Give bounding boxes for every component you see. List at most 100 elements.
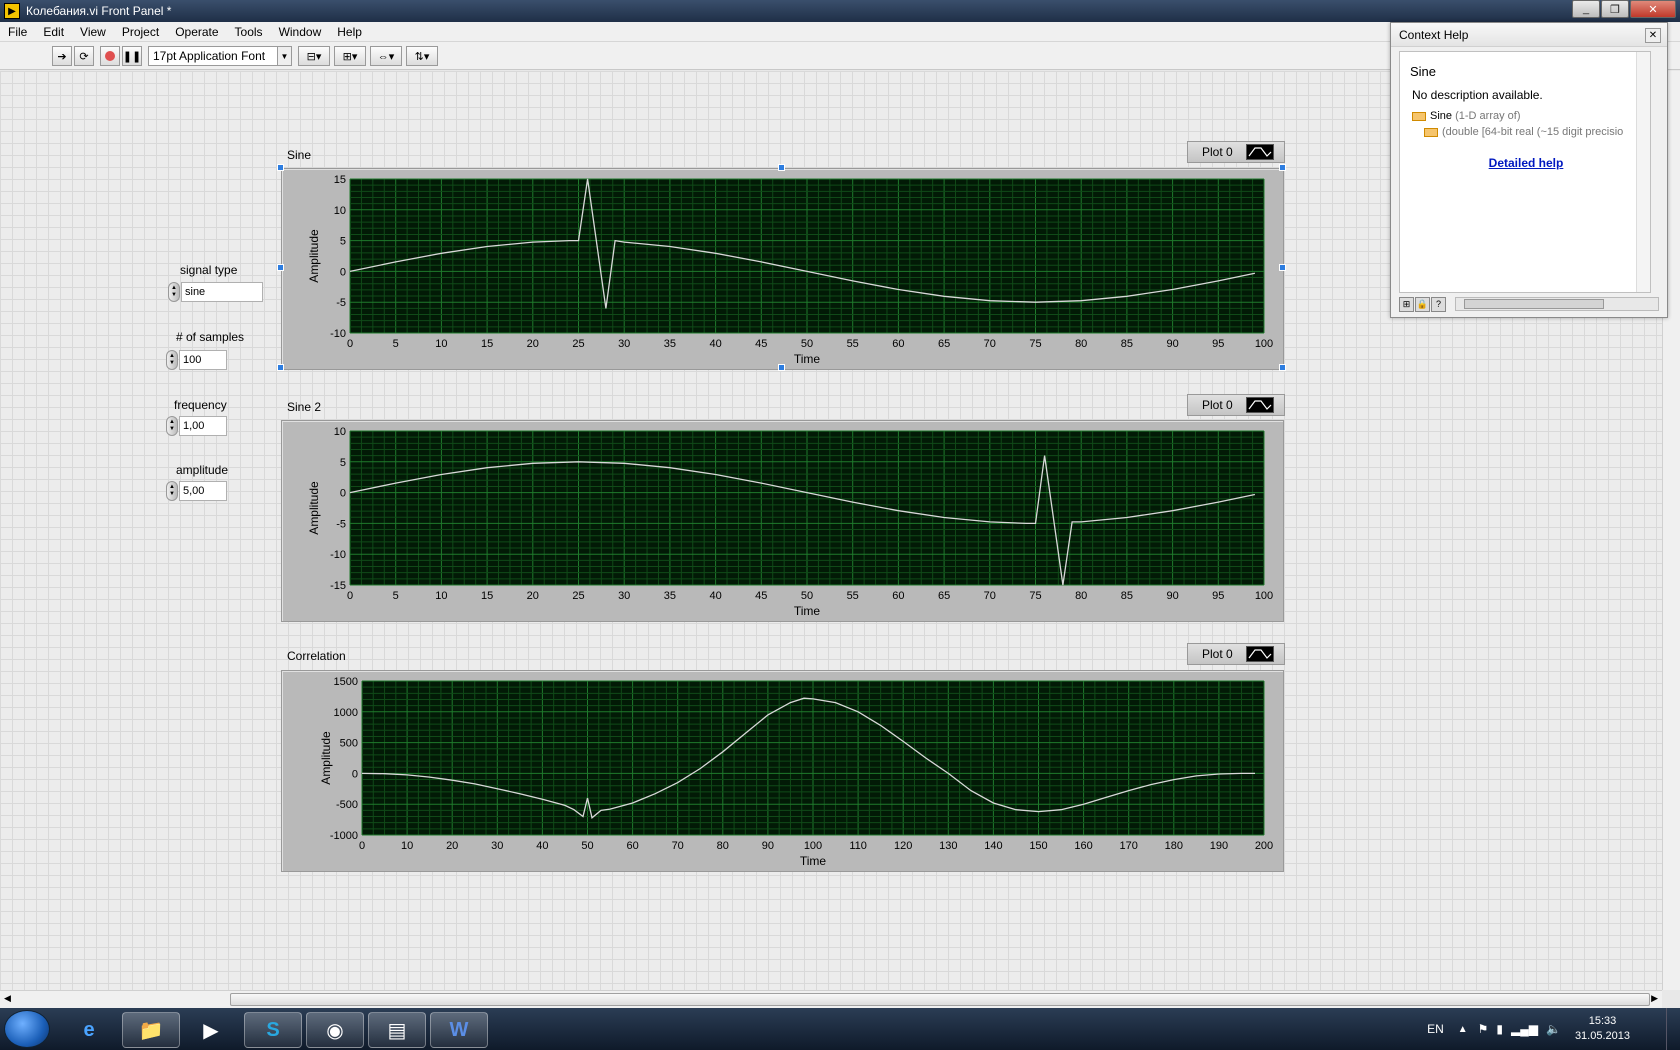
volume-icon[interactable]: 🔈 — [1546, 1022, 1561, 1036]
show-desktop-button[interactable] — [1666, 1008, 1680, 1050]
selection-handle[interactable] — [1279, 264, 1286, 271]
minimize-button[interactable]: _ — [1572, 0, 1600, 18]
amplitude-field[interactable]: 5,00 — [179, 481, 227, 501]
plot-legend-correlation[interactable]: Plot 0 — [1187, 643, 1285, 665]
x-tick-label: 70 — [984, 338, 996, 350]
labview-app-icon: ▶ — [4, 3, 20, 19]
x-tick-label: 20 — [527, 338, 539, 350]
help-icon[interactable]: ? — [1431, 296, 1446, 312]
language-indicator[interactable]: EN — [1427, 1022, 1444, 1036]
x-tick-label: 65 — [938, 590, 950, 602]
grid — [349, 430, 1265, 586]
spinner-icon[interactable]: ▲ ▼ — [166, 416, 178, 436]
frequency-control[interactable]: ▲ ▼ 1,00 — [166, 416, 227, 436]
selection-handle[interactable] — [277, 264, 284, 271]
y-tick-label: 0 — [340, 266, 346, 278]
font-select[interactable]: 17pt Application Font ▼ — [148, 46, 292, 66]
clock[interactable]: 15:33 31.05.2013 — [1575, 1014, 1630, 1044]
labview-icon[interactable]: ▤ — [368, 1012, 426, 1048]
x-tick-label: 75 — [1029, 338, 1041, 350]
resize-objects-icon[interactable]: ⇔▾ — [370, 46, 402, 66]
plot-legend-sine-2[interactable]: Plot 0 — [1187, 394, 1285, 416]
font-select-value: 17pt Application Font — [153, 49, 266, 63]
detailed-help-link[interactable]: Detailed help — [1400, 156, 1650, 170]
x-tick-label: 50 — [581, 840, 593, 852]
y-tick-label: 5 — [340, 236, 346, 248]
amplitude-control[interactable]: ▲ ▼ 5,00 — [166, 481, 227, 501]
file-explorer-icon[interactable]: 📁 — [122, 1012, 180, 1048]
menu-file[interactable]: File — [0, 25, 35, 39]
signal-type-control[interactable]: ▲ ▼ sine — [168, 282, 263, 302]
word-icon[interactable]: W — [430, 1012, 488, 1048]
graph-correlation-plot[interactable]: 0 10 20 30 40 50 60 70 80 90 100 110 120 130 140 150 160… — [282, 671, 1285, 873]
menu-window[interactable]: Window — [271, 25, 330, 39]
close-window-button[interactable]: ✕ — [1630, 0, 1676, 18]
run-continuously-icon[interactable]: ⟳ — [74, 46, 94, 66]
y-tick-label: -500 — [336, 799, 358, 811]
spinner-icon[interactable]: ▲ ▼ — [166, 481, 178, 501]
spinner-icon[interactable]: ▲ ▼ — [168, 282, 180, 302]
graph-sine-2-plot[interactable]: 0 5 10 15 20 25 30 35 40 45 50 55 60 65 70 75 80 85 90 95 10… — [282, 421, 1285, 623]
internet-explorer-icon[interactable]: e — [60, 1012, 118, 1048]
context-help-scrollbar[interactable] — [1636, 52, 1650, 292]
menu-view[interactable]: View — [72, 25, 114, 39]
context-help-hscroll-thumb[interactable] — [1464, 299, 1604, 309]
network-icon[interactable]: ▂▄▆ — [1511, 1022, 1538, 1036]
x-tick-label: 70 — [672, 840, 684, 852]
graph-sine-plot[interactable]: 0 5 10 15 20 25 30 35 40 45 50 55 60 65 70 75 80 85 90 95 10… — [282, 169, 1285, 371]
close-icon[interactable]: ✕ — [1645, 28, 1661, 43]
selection-handle[interactable] — [277, 364, 284, 371]
spinner-icon[interactable]: ▲ ▼ — [166, 350, 178, 370]
selection-handle[interactable] — [1279, 364, 1286, 371]
run-arrow-icon[interactable]: ➔ — [52, 46, 72, 66]
distribute-objects-icon[interactable]: ⊞▾ — [334, 46, 366, 66]
show-hidden-icons-icon[interactable]: ▲ — [1458, 1024, 1468, 1035]
scroll-left-icon[interactable]: ◀ — [4, 993, 11, 1004]
abort-icon[interactable] — [100, 46, 120, 66]
align-objects-icon[interactable]: ⊟▾ — [298, 46, 330, 66]
selection-handle[interactable] — [1279, 164, 1286, 171]
selection-handle[interactable] — [778, 164, 785, 171]
pause-icon[interactable]: ❚❚ — [122, 46, 142, 66]
horizontal-scrollbar[interactable]: ◀ ▶ — [0, 990, 1662, 1008]
menu-tools[interactable]: Tools — [227, 25, 271, 39]
x-tick-label: 40 — [536, 840, 548, 852]
skype-icon[interactable]: S — [244, 1012, 302, 1048]
context-help-type-line-1: Sine (1-D array of) — [1412, 110, 1521, 122]
reorder-icon[interactable]: ⇅▾ — [406, 46, 438, 66]
chrome-icon[interactable]: ◉ — [306, 1012, 364, 1048]
taskbar: e 📁 ▶ S ◉ ▤ W EN ▲ ⚑ ▮ ▂▄▆ 🔈 15:33 31.05… — [0, 1008, 1680, 1050]
horizontal-scroll-thumb[interactable] — [230, 993, 1650, 1006]
graph-sine[interactable]: 0 5 10 15 20 25 30 35 40 45 50 55 60 65 70 75 80 85 90 95 10… — [281, 168, 1284, 370]
selection-handle[interactable] — [778, 364, 785, 371]
x-tick-label: 45 — [755, 590, 767, 602]
power-icon[interactable]: ▮ — [1496, 1022, 1503, 1036]
context-help-window[interactable]: Context Help ✕ Sine No description avail… — [1390, 22, 1668, 318]
graph-correlation[interactable]: 0 10 20 30 40 50 60 70 80 90 100 110 120 130 140 150 160… — [281, 670, 1284, 872]
frequency-field[interactable]: 1,00 — [179, 416, 227, 436]
samples-control[interactable]: ▲ ▼ 100 — [166, 350, 227, 370]
array-type-icon — [1412, 111, 1426, 121]
menu-edit[interactable]: Edit — [35, 25, 72, 39]
selection-handle[interactable] — [277, 164, 284, 171]
plot-legend-label: Plot 0 — [1202, 145, 1233, 159]
x-tick-label: 65 — [938, 338, 950, 350]
y-tick-label: 1000 — [334, 707, 358, 719]
context-help-hscroll[interactable] — [1455, 297, 1659, 311]
samples-field[interactable]: 100 — [179, 350, 227, 370]
signal-type-field[interactable]: sine — [181, 282, 263, 302]
action-center-icon[interactable]: ⚑ — [1478, 1022, 1489, 1036]
plot-legend-sine[interactable]: Plot 0 — [1187, 141, 1285, 163]
show-optional-terminals-icon[interactable]: ⊞ — [1399, 296, 1414, 312]
context-help-header[interactable]: Context Help — [1391, 23, 1667, 47]
menu-help[interactable]: Help — [329, 25, 370, 39]
menu-operate[interactable]: Operate — [167, 25, 226, 39]
menu-project[interactable]: Project — [114, 25, 167, 39]
x-axis-label: Time — [794, 352, 821, 366]
restore-button[interactable]: ❐ — [1601, 0, 1629, 18]
graph-sine-2[interactable]: 0 5 10 15 20 25 30 35 40 45 50 55 60 65 70 75 80 85 90 95 10… — [281, 420, 1284, 622]
start-button[interactable] — [4, 1010, 50, 1048]
lock-icon[interactable]: 🔒 — [1415, 296, 1430, 312]
scroll-right-icon[interactable]: ▶ — [1651, 993, 1658, 1004]
media-player-icon[interactable]: ▶ — [182, 1012, 240, 1048]
